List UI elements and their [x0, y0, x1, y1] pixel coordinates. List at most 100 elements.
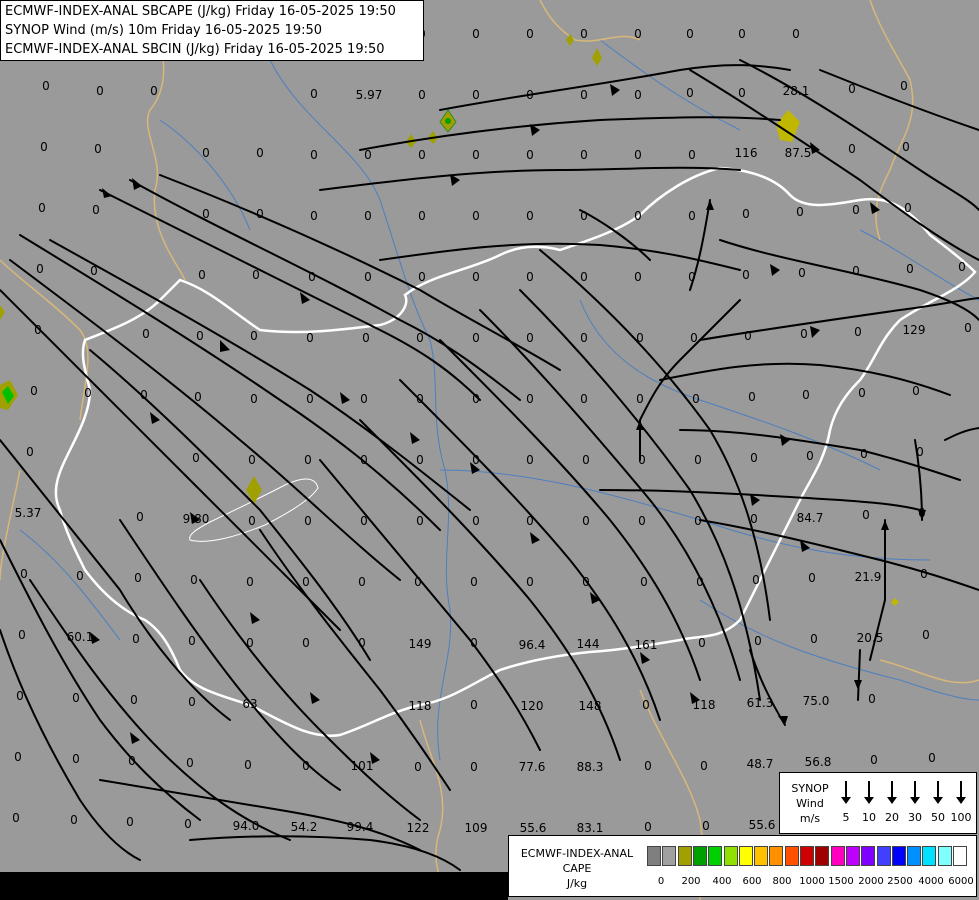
synop-wind-legend: SYNOP Wind m/s 5 10 20 30 50 100 — [779, 772, 977, 834]
map-value-label: 0 — [688, 270, 696, 284]
map-value-label: 55.6 — [520, 821, 547, 835]
map-value-label: 0 — [742, 207, 750, 221]
map-value-label: 0 — [76, 569, 84, 583]
map-value-label: 116 — [735, 146, 758, 160]
cape-swatch — [830, 846, 845, 866]
map-value-label: 0 — [472, 453, 480, 467]
map-value-label: 0 — [694, 453, 702, 467]
map-value-label: 0 — [912, 384, 920, 398]
map-value-label: 0 — [526, 270, 534, 284]
map-value-label: 0 — [638, 514, 646, 528]
map-value-label: 0 — [852, 264, 860, 278]
map-value-label: 0 — [688, 148, 696, 162]
map-value-label: 0 — [800, 327, 808, 341]
map-value-label: 0 — [248, 514, 256, 528]
map-value-label: 0 — [916, 445, 924, 459]
map-value-label: 0 — [246, 575, 254, 589]
map-value-label: 0 — [738, 86, 746, 100]
map-value-label: 0 — [698, 636, 706, 650]
map-value-label: 0 — [198, 268, 206, 282]
map-value-label: 0 — [256, 146, 264, 160]
header-line-wind: SYNOP Wind (m/s) 10m Friday 16-05-2025 1… — [5, 23, 323, 38]
map-value-label: 9.80 — [183, 512, 210, 526]
map-value-label: 0 — [690, 331, 698, 345]
map-value-label: 0 — [928, 751, 936, 765]
map-value-label: 99.4 — [347, 820, 374, 834]
map-value-label: 0 — [580, 27, 588, 41]
map-value-label: 0 — [418, 270, 426, 284]
map-value-label: 0 — [644, 820, 652, 834]
map-value-label: 161 — [635, 638, 658, 652]
map-value-label: 0 — [184, 817, 192, 831]
map-value-label: 0 — [472, 514, 480, 528]
map-value-label: 0 — [472, 331, 480, 345]
map-value-label: 0 — [302, 759, 310, 773]
cape-swatch — [953, 846, 967, 866]
cape-scale-label: 2500 — [887, 876, 913, 887]
map-value-label: 0 — [526, 88, 534, 102]
map-value-label: 0 — [642, 698, 650, 712]
map-value-label: 0 — [810, 632, 818, 646]
map-value-label: 0 — [414, 575, 422, 589]
weather-map[interactable]: 3.150000000000005.97000000028.1000000000… — [0, 0, 979, 900]
map-value-label: 0 — [94, 142, 102, 156]
cape-swatch — [723, 846, 738, 866]
map-value-label: 0 — [806, 449, 814, 463]
map-value-label: 0 — [192, 451, 200, 465]
map-value-label: 0 — [304, 514, 312, 528]
map-value-label: 0 — [692, 392, 700, 406]
map-value-label: 0 — [808, 571, 816, 585]
map-value-label: 0 — [418, 148, 426, 162]
map-value-label: 0 — [190, 573, 198, 587]
map-value-label: 0 — [580, 392, 588, 406]
map-value-label: 0 — [472, 270, 480, 284]
map-value-label: 83.1 — [577, 821, 604, 835]
map-value-label: 0 — [40, 140, 48, 154]
map-value-label: 0 — [792, 27, 800, 41]
map-value-label: 75.0 — [803, 694, 830, 708]
cape-swatch — [754, 846, 769, 866]
map-value-label: 0 — [750, 512, 758, 526]
map-value-label: 0 — [256, 207, 264, 221]
map-value-label: 0 — [34, 323, 42, 337]
cape-scale-label: 600 — [742, 876, 762, 887]
map-value-label: 0 — [526, 575, 534, 589]
map-value-label: 0 — [364, 148, 372, 162]
map-value-label: 0 — [848, 82, 856, 96]
synop-value-10: 10 — [862, 811, 876, 824]
map-value-label: 0 — [644, 759, 652, 773]
map-value-label: 0 — [472, 88, 480, 102]
cape-scale-label: 200 — [681, 876, 701, 887]
map-value-label: 0 — [418, 88, 426, 102]
map-value-label: 0 — [310, 209, 318, 223]
map-value-label: 0 — [798, 266, 806, 280]
cape-swatch — [922, 846, 937, 866]
cape-swatch — [876, 846, 891, 866]
map-value-label: 0 — [582, 575, 590, 589]
map-value-label: 0 — [700, 759, 708, 773]
map-value-label: 0 — [362, 331, 370, 345]
map-value-label: 0 — [686, 27, 694, 41]
cape-swatch — [907, 846, 922, 866]
map-value-label: 5.37 — [15, 506, 42, 520]
map-value-label: 0 — [72, 691, 80, 705]
map-value-label: 0 — [526, 514, 534, 528]
map-value-label: 0 — [84, 386, 92, 400]
map-value-label: 0 — [582, 453, 590, 467]
map-value-label: 0 — [364, 209, 372, 223]
synop-value-20: 20 — [885, 811, 899, 824]
map-value-label: 0 — [310, 87, 318, 101]
map-value-label: 0 — [472, 392, 480, 406]
map-value-label: 0 — [854, 325, 862, 339]
map-value-label: 0 — [636, 392, 644, 406]
map-value-label: 0 — [16, 689, 24, 703]
map-value-label: 0 — [130, 693, 138, 707]
map-value-label: 0 — [868, 692, 876, 706]
map-value-label: 0 — [72, 752, 80, 766]
map-value-label: 0 — [796, 205, 804, 219]
map-value-label: 0 — [470, 760, 478, 774]
map-value-label: 0 — [526, 27, 534, 41]
map-value-label: 0 — [358, 636, 366, 650]
map-value-label: 28.1 — [783, 84, 810, 98]
map-value-label: 0 — [744, 329, 752, 343]
